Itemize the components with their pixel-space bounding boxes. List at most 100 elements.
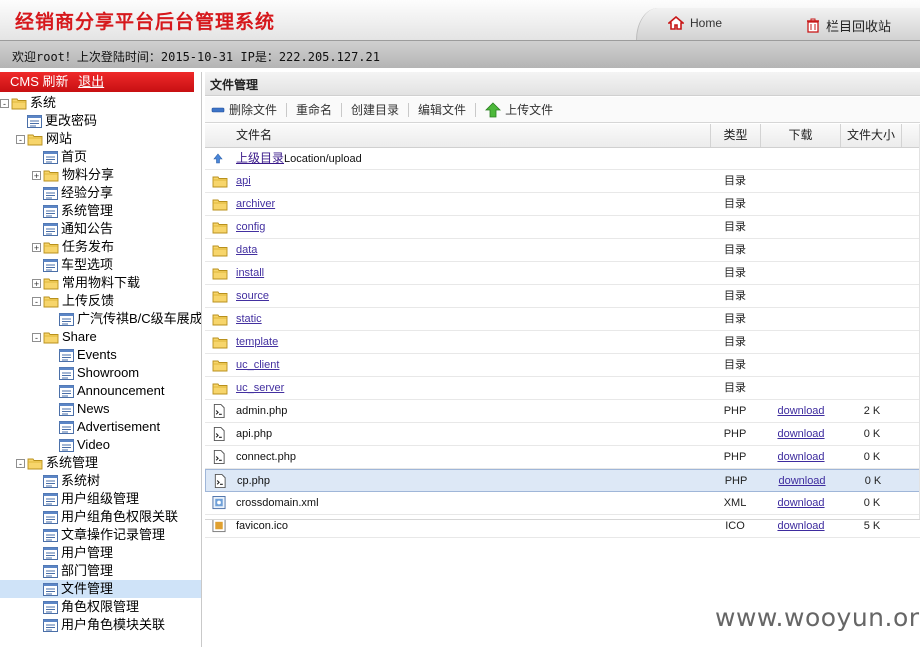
download-link[interactable]: download <box>777 451 824 463</box>
tree-item[interactable]: News <box>0 400 110 418</box>
collapse-toggle[interactable]: - <box>32 332 41 342</box>
tree-item[interactable]: 部门管理 <box>0 562 113 580</box>
tree-item[interactable]: 更改密码 <box>0 112 97 130</box>
tree-item-label: Video <box>77 437 111 452</box>
column-header-size[interactable]: 文件大小 <box>840 124 902 147</box>
directory-link[interactable]: static <box>236 313 262 325</box>
directory-link[interactable]: install <box>236 267 264 279</box>
tree-item[interactable]: - 系统管理 <box>0 454 98 472</box>
tree-item[interactable]: Advertisement <box>0 418 160 436</box>
tree-item[interactable]: 用户组级管理 <box>0 490 139 508</box>
directory-row[interactable]: source 目录 <box>205 285 920 308</box>
upload-file-button[interactable]: 上传文件 <box>485 101 562 118</box>
directory-row[interactable]: api 目录 <box>205 170 920 193</box>
directory-row[interactable]: uc_client 目录 <box>205 354 920 377</box>
tree-item[interactable]: 经验分享 <box>0 184 113 202</box>
folder-icon <box>27 458 43 469</box>
table-bottom-border <box>205 519 920 520</box>
directory-row[interactable]: static 目录 <box>205 308 920 331</box>
file-row[interactable]: api.php PHP download 0 K <box>205 423 920 446</box>
directory-link[interactable]: uc_client <box>236 359 279 371</box>
welcome-text: 欢迎root！上次登陆时间：2015-10-31 IP是：222.205.127… <box>12 50 380 64</box>
tree-item[interactable]: 系统树 <box>0 472 100 490</box>
tree-item[interactable]: - Share <box>0 328 97 346</box>
tree-item[interactable]: 用户角色模块关联 <box>0 616 165 634</box>
download-link[interactable]: download <box>777 405 824 417</box>
logout-link[interactable]: 退出 <box>78 74 104 89</box>
edit-file-button[interactable]: 编辑文件 <box>418 101 475 118</box>
file-type: 目录 <box>724 221 746 233</box>
file-size: 0 K <box>863 451 881 463</box>
parent-directory-row[interactable]: 上级目录Location/upload <box>205 147 920 170</box>
directory-row[interactable]: template 目录 <box>205 331 920 354</box>
directory-link[interactable]: data <box>236 244 257 256</box>
tree-item[interactable]: - 上传反馈 <box>0 292 114 310</box>
rename-button[interactable]: 重命名 <box>296 101 341 118</box>
directory-row[interactable]: install 目录 <box>205 262 920 285</box>
collapse-toggle[interactable]: - <box>16 134 25 144</box>
folder-icon <box>212 360 228 372</box>
create-directory-button[interactable]: 创建目录 <box>351 101 408 118</box>
tree-item[interactable]: 系统管理 <box>0 202 113 220</box>
directory-link[interactable]: archiver <box>236 198 275 210</box>
recycle-bin-link[interactable]: 栏目回收站 <box>806 16 891 35</box>
tree-item[interactable]: - 系统 <box>0 94 56 112</box>
tree-item[interactable]: 用户组角色权限关联 <box>0 508 178 526</box>
tree-item[interactable]: Announcement <box>0 382 164 400</box>
tree-item[interactable]: Video <box>0 436 110 454</box>
tree-item[interactable]: + 物料分享 <box>0 166 114 184</box>
tree-item[interactable]: 文件管理 <box>0 580 201 598</box>
file-row[interactable]: admin.php PHP download 2 K <box>205 400 920 423</box>
parent-directory-link[interactable]: 上级目录 <box>236 151 284 165</box>
page-icon <box>43 222 58 236</box>
directory-row[interactable]: config 目录 <box>205 216 920 239</box>
download-link[interactable]: download <box>777 497 824 509</box>
php-file-icon <box>213 450 225 464</box>
collapse-toggle[interactable]: - <box>32 296 41 306</box>
tree-item[interactable]: + 任务发布 <box>0 238 114 256</box>
directory-link[interactable]: source <box>236 290 269 302</box>
tree-item[interactable]: + 常用物料下载 <box>0 274 140 292</box>
download-link[interactable]: download <box>778 475 825 487</box>
delete-file-label: 删除文件 <box>229 103 278 117</box>
tree-item[interactable]: 首页 <box>0 148 87 166</box>
page-icon <box>43 582 58 596</box>
directory-row[interactable]: data 目录 <box>205 239 920 262</box>
column-header-type[interactable]: 类型 <box>710 124 760 147</box>
column-header-name[interactable]: 文件名 <box>205 124 710 147</box>
tree-item-label: 广汽传祺B/C级车展成交 <box>77 311 202 326</box>
file-name: cp.php <box>237 475 271 487</box>
tree-item[interactable]: 角色权限管理 <box>0 598 139 616</box>
file-row[interactable]: crossdomain.xml XML download 0 K <box>205 492 920 515</box>
download-link[interactable]: download <box>777 520 824 532</box>
tree-item-label: 系统管理 <box>46 455 99 470</box>
folder-icon <box>212 314 228 326</box>
file-row[interactable]: connect.php PHP download 0 K <box>205 446 920 469</box>
directory-row[interactable]: uc_server 目录 <box>205 377 920 400</box>
tree-item[interactable]: 车型选项 <box>0 256 113 274</box>
directory-row[interactable]: archiver 目录 <box>205 193 920 216</box>
file-type: 目录 <box>724 290 746 302</box>
expand-toggle[interactable]: + <box>32 278 41 288</box>
collapse-toggle[interactable]: - <box>0 98 9 108</box>
tree-item[interactable]: 广汽传祺B/C级车展成交 <box>0 310 202 328</box>
file-row[interactable]: cp.php PHP download 0 K <box>205 469 920 492</box>
tree-item[interactable]: 文章操作记录管理 <box>0 526 165 544</box>
column-header-download[interactable]: 下载 <box>760 124 840 147</box>
expand-toggle[interactable]: + <box>32 170 41 180</box>
collapse-toggle[interactable]: - <box>16 458 25 468</box>
tree-item[interactable]: - 网站 <box>0 130 72 148</box>
tree-item[interactable]: 通知公告 <box>0 220 113 238</box>
directory-link[interactable]: api <box>236 175 251 187</box>
tree-item[interactable]: 用户管理 <box>0 544 113 562</box>
tree-item[interactable]: Showroom <box>0 364 139 382</box>
delete-file-button[interactable]: 删除文件 <box>211 101 286 118</box>
directory-link[interactable]: uc_server <box>236 382 284 394</box>
directory-link[interactable]: template <box>236 336 278 348</box>
directory-link[interactable]: config <box>236 221 265 233</box>
expand-toggle[interactable]: + <box>32 242 41 252</box>
tree-item[interactable]: Events <box>0 346 117 364</box>
download-link[interactable]: download <box>777 428 824 440</box>
home-link[interactable]: Home <box>668 16 722 30</box>
refresh-link[interactable]: 刷新 <box>43 74 69 89</box>
